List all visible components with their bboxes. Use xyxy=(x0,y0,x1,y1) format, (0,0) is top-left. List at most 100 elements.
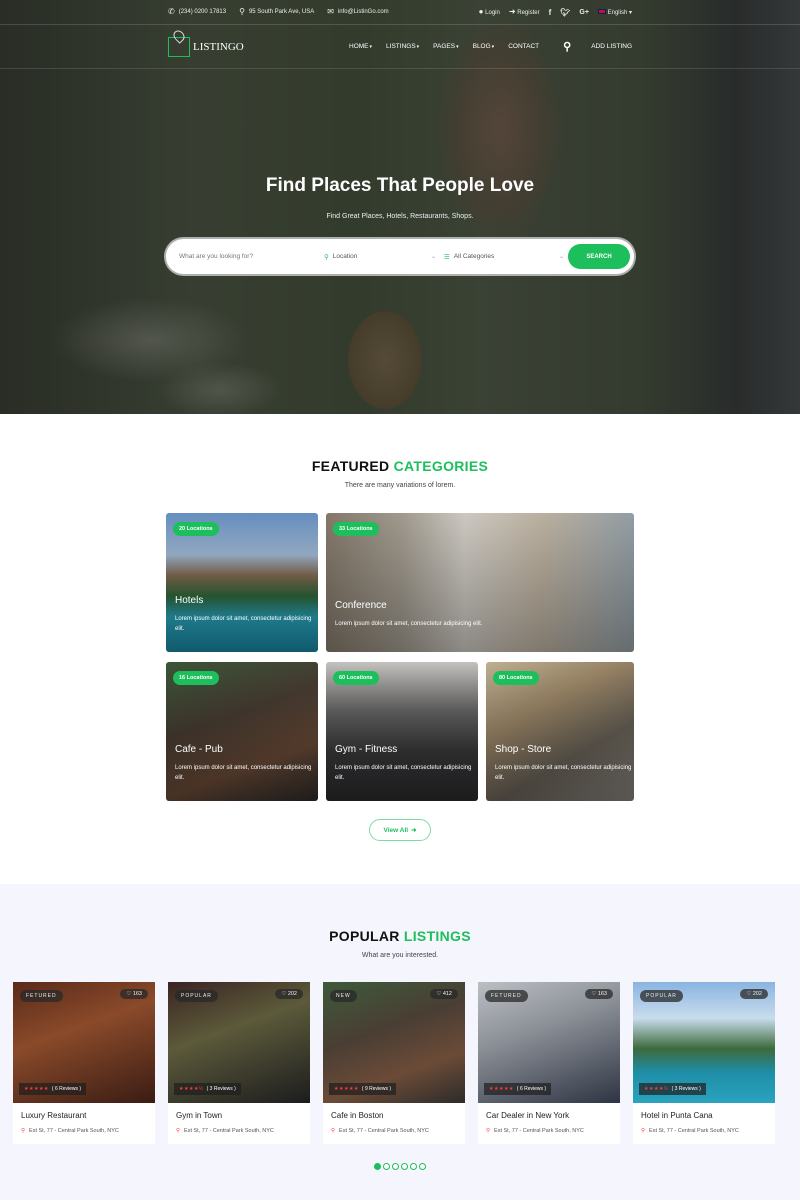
listing-image[interactable]: NEW ♡ 412 ★★★★★( 9 Reviews ) xyxy=(323,982,465,1103)
category-card-conference[interactable]: 33 Locations Conference Lorem ipsum dolo… xyxy=(326,513,634,652)
listing-card[interactable]: POPULAR ♡ 202 ★★★★½( 3 Reviews ) Hotel i… xyxy=(633,982,775,1144)
keyword-input[interactable]: What are you looking for? xyxy=(179,253,324,260)
carousel-dot[interactable] xyxy=(401,1163,408,1170)
listing-card[interactable]: FETURED ♡ 163 ★★★★★( 6 Reviews ) Luxury … xyxy=(13,982,155,1144)
logo[interactable]: LISTINGO xyxy=(168,36,244,57)
category-title: Conference xyxy=(335,600,387,611)
favorite-button[interactable]: ♡ 163 xyxy=(120,989,148,999)
location-count-badge: 33 Locations xyxy=(333,522,379,536)
star-rating-icon: ★★★★★ xyxy=(489,1086,514,1092)
nav-home[interactable]: HOME▾ xyxy=(349,43,372,50)
map-pin-icon: ⚲ xyxy=(176,1128,181,1134)
carousel-dot[interactable] xyxy=(392,1163,399,1170)
carousel-dot[interactable] xyxy=(383,1163,390,1170)
nav-pages[interactable]: PAGES▾ xyxy=(433,43,458,50)
listing-card[interactable]: POPULAR ♡ 202 ★★★★½( 3 Reviews ) Gym in … xyxy=(168,982,310,1144)
favorite-button[interactable]: ♡ 202 xyxy=(275,989,303,999)
nav-contact[interactable]: CONTACT xyxy=(508,43,539,50)
category-card-shop[interactable]: 80 Locations Shop - Store Lorem ipsum do… xyxy=(486,662,634,801)
popular-listings: POPULAR LISTINGS What are you interested… xyxy=(0,884,800,1200)
listing-tag: POPULAR xyxy=(640,990,683,1002)
listing-name[interactable]: Luxury Restaurant xyxy=(21,1111,147,1120)
register-link[interactable]: ➜ Register xyxy=(509,8,540,17)
listing-image[interactable]: POPULAR ♡ 202 ★★★★½( 3 Reviews ) xyxy=(168,982,310,1103)
language-selector[interactable]: English ▾ xyxy=(597,8,632,16)
email-info[interactable]: ✉ info@ListinGo.com xyxy=(327,8,388,16)
listing-image[interactable]: FETURED ♡ 163 ★★★★★( 6 Reviews ) xyxy=(478,982,620,1103)
facebook-icon[interactable]: f xyxy=(549,8,552,17)
listing-address: ⚲ Est St, 77 - Central Park South, NYC xyxy=(641,1128,739,1134)
envelope-icon: ✉ xyxy=(327,7,334,16)
listing-name[interactable]: Gym in Town xyxy=(176,1111,302,1120)
category-description: Lorem ipsum dolor sit amet, consectetur … xyxy=(175,765,312,781)
favorite-button[interactable]: ♡ 412 xyxy=(430,989,458,999)
heart-icon: ♡ xyxy=(281,991,287,997)
category-title: Hotels xyxy=(175,595,204,606)
nav-listings[interactable]: LISTINGS▾ xyxy=(386,43,419,50)
listing-name[interactable]: Hotel in Punta Cana xyxy=(641,1111,767,1120)
listing-address: ⚲ Est St, 77 - Central Park South, NYC xyxy=(21,1128,119,1134)
google-plus-icon[interactable]: G+ xyxy=(579,9,589,16)
location-count-badge: 60 Locations xyxy=(333,671,379,685)
nav-blog[interactable]: BLOG▾ xyxy=(473,43,495,50)
caret-down-icon: ▾ xyxy=(456,44,459,50)
rating: ★★★★½( 3 Reviews ) xyxy=(639,1083,706,1095)
login-link[interactable]: ● Login xyxy=(478,7,500,17)
phone-info: ✆ (234) 0200 17813 xyxy=(168,7,227,16)
listing-image[interactable]: POPULAR ♡ 202 ★★★★½( 3 Reviews ) xyxy=(633,982,775,1103)
listing-image[interactable]: FETURED ♡ 163 ★★★★★( 6 Reviews ) xyxy=(13,982,155,1103)
listing-card[interactable]: FETURED ♡ 163 ★★★★★( 6 Reviews ) Car Dea… xyxy=(478,982,620,1144)
caret-down-icon: ▾ xyxy=(628,9,632,16)
category-title: Gym - Fitness xyxy=(335,744,398,755)
favorite-button[interactable]: ♡ 163 xyxy=(585,989,613,999)
category-card-cafe[interactable]: 16 Locations Cafe - Pub Lorem ipsum dolo… xyxy=(166,662,318,801)
caret-down-icon: ▾ xyxy=(369,44,373,50)
search-bar: What are you looking for? ⚲ Location ⌄ ☰ Al… xyxy=(166,239,634,274)
list-icon: ☰ xyxy=(444,253,450,261)
location-select[interactable]: ⚲ Location ⌄ xyxy=(324,253,436,261)
heart-icon: ♡ xyxy=(126,991,132,997)
chevron-down-icon: ⌄ xyxy=(430,254,436,260)
add-listing-button[interactable]: ADD LISTING xyxy=(591,43,632,50)
hero-title: Find Places That People Love xyxy=(265,175,535,196)
star-rating-icon: ★★★★½ xyxy=(179,1086,204,1092)
arrow-circle-right-icon: ➜ xyxy=(411,827,417,834)
category-card-gym[interactable]: 60 Locations Gym - Fitness Lorem ipsum d… xyxy=(326,662,478,801)
carousel-dot[interactable] xyxy=(374,1163,381,1170)
search-button[interactable]: SEARCH xyxy=(568,244,630,269)
rating: ★★★★★( 9 Reviews ) xyxy=(329,1083,397,1095)
category-description: Lorem ipsum dolor sit amet, consectetur … xyxy=(335,765,472,781)
logo-map-icon xyxy=(168,36,190,57)
search-icon[interactable]: ⚲ xyxy=(563,40,571,53)
rating: ★★★★★( 6 Reviews ) xyxy=(484,1083,552,1095)
heart-icon: ♡ xyxy=(746,991,752,997)
star-rating-icon: ★★★★★ xyxy=(334,1086,359,1092)
chevron-down-icon: ⌄ xyxy=(558,254,564,260)
listing-address: ⚲ Est St, 77 - Central Park South, NYC xyxy=(176,1128,274,1134)
category-card-hotels[interactable]: 20 Locations Hotels Lorem ipsum dolor si… xyxy=(166,513,318,652)
location-count-badge: 16 Locations xyxy=(173,671,219,685)
hero-section: ✆ (234) 0200 17813 ⚲ 95 South Park Ave, US… xyxy=(0,0,800,414)
map-pin-icon: ⚲ xyxy=(486,1128,491,1134)
twitter-icon[interactable]: 🐦︎ xyxy=(560,8,570,17)
listing-card[interactable]: NEW ♡ 412 ★★★★★( 9 Reviews ) Cafe in Bos… xyxy=(323,982,465,1144)
carousel-dot[interactable] xyxy=(410,1163,417,1170)
listing-name[interactable]: Car Dealer in New York xyxy=(486,1111,612,1120)
user-icon: ● xyxy=(478,7,484,16)
listing-tag: NEW xyxy=(330,990,357,1002)
carousel-pagination xyxy=(0,1163,800,1170)
section-title: FEATURED CATEGORIES xyxy=(311,458,489,474)
view-all-button[interactable]: View All ➜ xyxy=(369,819,431,841)
heart-icon: ♡ xyxy=(591,991,597,997)
favorite-button[interactable]: ♡ 202 xyxy=(740,989,768,999)
hero-subtitle: Find Great Places, Hotels, Restaurants, … xyxy=(326,213,474,220)
listing-name[interactable]: Cafe in Boston xyxy=(331,1111,457,1120)
location-count-badge: 80 Locations xyxy=(493,671,539,685)
carousel-dot[interactable] xyxy=(419,1163,426,1170)
map-pin-icon: ⚲ xyxy=(331,1128,336,1134)
main-nav: LISTINGO HOME▾ LISTINGS▾ PAGES▾ BLOG▾ CO… xyxy=(0,25,800,69)
caret-down-icon: ▾ xyxy=(491,44,495,50)
section-subtitle: There are many variations of lorem. xyxy=(344,482,456,489)
map-pin-icon: ⚲ xyxy=(324,253,329,261)
category-select[interactable]: ☰ All Categories ⌄ xyxy=(444,253,564,261)
